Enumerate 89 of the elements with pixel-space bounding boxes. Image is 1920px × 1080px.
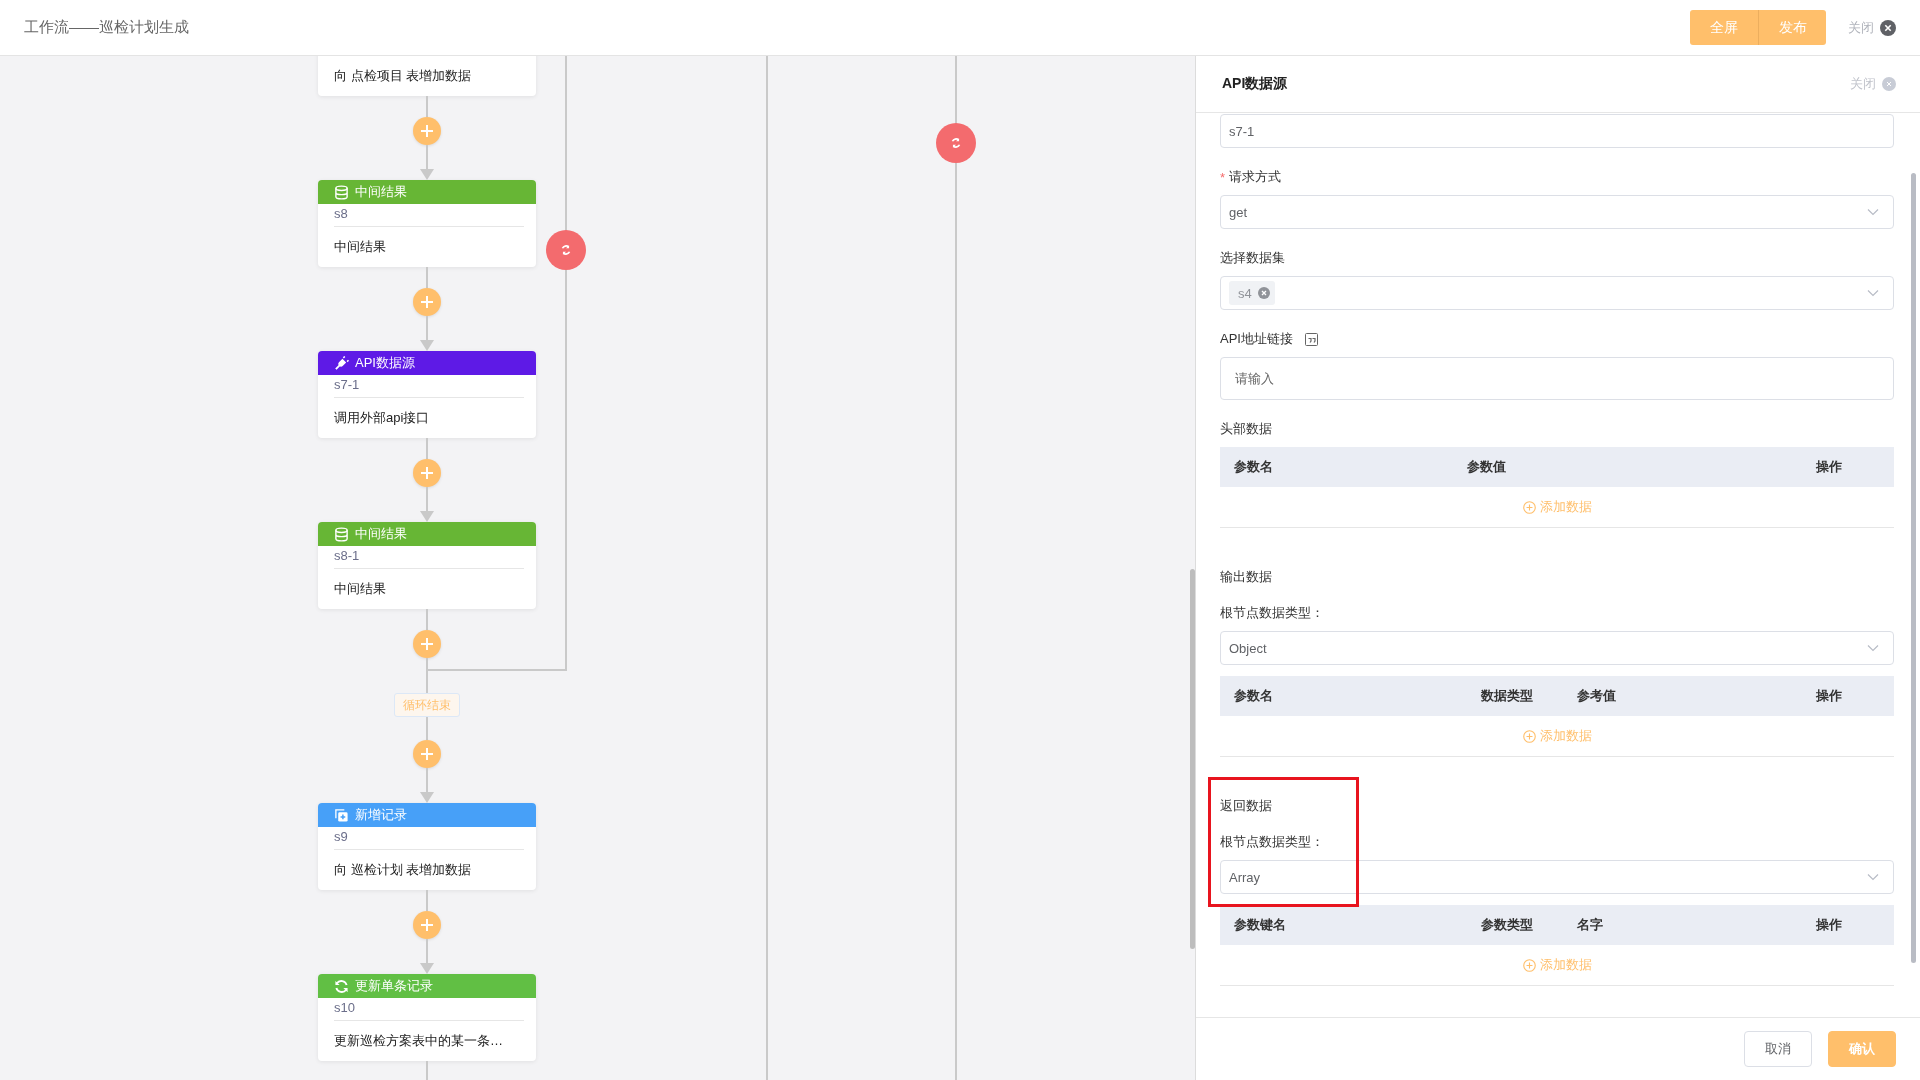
column-header: 参考值	[1577, 687, 1617, 705]
column-header: 名字	[1577, 916, 1604, 934]
connector-arrow	[420, 145, 434, 180]
remove-icon[interactable]	[1257, 287, 1270, 299]
add-step-button[interactable]	[413, 459, 441, 487]
scrollbar[interactable]	[1190, 569, 1195, 949]
node-id: s8-1	[334, 546, 524, 569]
loop-node-button[interactable]	[936, 123, 976, 163]
required-mark: *	[1220, 169, 1226, 185]
loop-node-button[interactable]	[546, 230, 586, 270]
field-label: 根节点数据类型：	[1220, 833, 1324, 851]
column-header: 参数名	[1234, 687, 1274, 705]
scrollbar[interactable]	[1911, 173, 1916, 963]
plus-circle-icon	[1522, 500, 1536, 514]
node-id: s10	[334, 998, 524, 1021]
cycle-arrows-icon	[949, 136, 963, 150]
chevron-down-icon	[1867, 873, 1879, 881]
panel-title: API数据源	[1222, 75, 1289, 93]
plus-circle-icon	[1522, 729, 1536, 743]
workflow-node-card[interactable]: 新增记录 s9 向 巡检计划 表增加数据	[318, 803, 536, 890]
node-title: 中间结果	[355, 525, 407, 543]
close-icon	[1882, 77, 1896, 91]
select-field[interactable]: get	[1220, 195, 1894, 229]
refresh-icon	[334, 978, 349, 994]
add-step-button[interactable]	[413, 740, 441, 768]
node-id: s7-1	[334, 375, 524, 398]
node-title: 更新单条记录	[355, 977, 433, 995]
plus-circle-icon	[1522, 958, 1536, 972]
chevron-down-icon	[1867, 289, 1879, 297]
add-step-button[interactable]	[413, 911, 441, 939]
add-document-icon	[334, 807, 349, 823]
cycle-arrows-icon	[559, 243, 573, 257]
add-step-button[interactable]	[413, 288, 441, 316]
field-label: 选择数据集	[1220, 249, 1285, 267]
cancel-button[interactable]: 取消	[1744, 1031, 1812, 1067]
workflow-node-card[interactable]: API数据源 s7-1 调用外部api接口	[318, 351, 536, 438]
plus-icon	[420, 747, 434, 761]
database-icon	[334, 184, 349, 200]
selected-tag: s4	[1229, 281, 1275, 305]
column-header: 参数名	[1234, 458, 1274, 476]
close-icon	[1880, 19, 1896, 36]
node-description: 更新巡检方案表中的某一条…	[333, 1032, 504, 1050]
text-field[interactable]: s7-1	[1220, 114, 1894, 148]
column-header: 参数值	[1467, 458, 1507, 476]
chevron-down-icon	[1867, 208, 1879, 216]
field-label: 请求方式	[1229, 168, 1282, 186]
loop-end-label: 循环结束	[394, 693, 460, 717]
plus-icon	[420, 124, 434, 138]
select-field[interactable]: Array	[1220, 860, 1894, 894]
add-step-button[interactable]	[413, 117, 441, 145]
node-id: s8	[334, 204, 524, 227]
node-description: 调用外部api接口	[333, 409, 431, 427]
connector-arrow	[420, 768, 434, 803]
node-title: 中间结果	[355, 183, 407, 201]
connector-arrow	[420, 939, 434, 974]
plus-icon	[420, 466, 434, 480]
column-header: 操作	[1816, 687, 1843, 705]
node-title: API数据源	[355, 354, 415, 372]
connector-arrow	[420, 487, 434, 522]
node-description: 中间结果	[333, 580, 387, 598]
select-field[interactable]: Object	[1220, 631, 1894, 665]
plug-icon	[334, 355, 349, 371]
plus-icon	[420, 295, 434, 309]
plus-icon	[420, 918, 434, 932]
column-header: 参数键名	[1234, 916, 1287, 934]
field-label: API地址链接	[1220, 330, 1293, 348]
section-heading: 返回数据	[1220, 797, 1273, 815]
add-step-button[interactable]	[413, 630, 441, 658]
column-header: 参数类型	[1481, 916, 1534, 934]
column-header: 操作	[1816, 916, 1843, 934]
text-field[interactable]: 请输入	[1220, 357, 1894, 400]
column-header: 操作	[1816, 458, 1843, 476]
workflow-node-card[interactable]: 中间结果 s8-1 中间结果	[318, 522, 536, 609]
plus-icon	[420, 637, 434, 651]
section-heading: 输出数据	[1220, 568, 1273, 586]
node-description: 中间结果	[333, 238, 387, 256]
column-header: 数据类型	[1481, 687, 1534, 705]
node-description: 向 巡检计划 表增加数据	[333, 861, 473, 879]
workflow-node-card[interactable]: 向 点检项目 表增加数据	[318, 56, 536, 96]
chevron-down-icon	[1867, 644, 1879, 652]
workflow-node-card[interactable]: 更新单条记录 s10 更新巡检方案表中的某一条…	[318, 974, 536, 1061]
connector-arrow	[420, 316, 434, 351]
node-id: s9	[334, 827, 524, 850]
workflow-node-card[interactable]: 中间结果 s8 中间结果	[318, 180, 536, 267]
field-label: 头部数据	[1220, 420, 1272, 438]
database-icon	[334, 526, 349, 542]
node-title: 新增记录	[355, 806, 407, 824]
field-label: 根节点数据类型：	[1220, 604, 1324, 622]
page-title: 工作流——巡检计划生成	[24, 18, 190, 37]
